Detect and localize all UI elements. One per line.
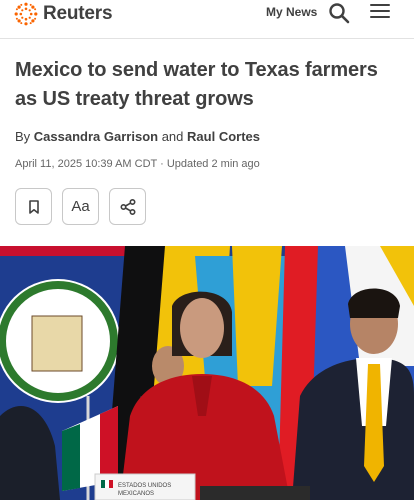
my-news-link[interactable]: My News	[266, 5, 317, 19]
author-link[interactable]: Cassandra Garrison	[34, 129, 158, 144]
hamburger-menu-icon	[370, 4, 390, 6]
bookmark-icon	[28, 199, 39, 214]
byline-prefix: By	[15, 129, 31, 144]
reuters-logo[interactable]: Reuters	[14, 2, 113, 26]
search-button[interactable]	[328, 2, 350, 24]
share-icon	[119, 198, 136, 215]
byline-conjunction: and	[161, 129, 184, 144]
article-actions: Aa	[15, 188, 146, 225]
byline: By Cassandra Garrison and Raul Cortes	[15, 129, 260, 144]
reuters-logo-icon	[14, 2, 38, 26]
article-headline: Mexico to send water to Texas farmers as…	[15, 59, 378, 110]
bookmark-button[interactable]	[15, 188, 52, 225]
placard-text: ESTADOS UNIDOS	[118, 483, 171, 489]
placard-text: MEXICANOS	[118, 491, 154, 497]
author-link[interactable]: Raul Cortes	[187, 129, 260, 144]
search-icon	[329, 3, 350, 24]
share-button[interactable]	[109, 188, 146, 225]
text-size-button[interactable]: Aa	[62, 188, 99, 225]
article-hero-photo[interactable]: ESTADOS UNIDOS MEXICANOS	[0, 246, 414, 500]
article-dateline: April 11, 2025 10:39 AM CDT · Updated 2 …	[15, 158, 260, 170]
brand-name: Reuters	[43, 3, 113, 24]
text-size-label: Aa	[71, 198, 90, 215]
site-header: Reuters My News	[0, 0, 414, 39]
menu-button[interactable]	[370, 4, 390, 20]
photo-illustration: ESTADOS UNIDOS MEXICANOS	[0, 246, 414, 500]
